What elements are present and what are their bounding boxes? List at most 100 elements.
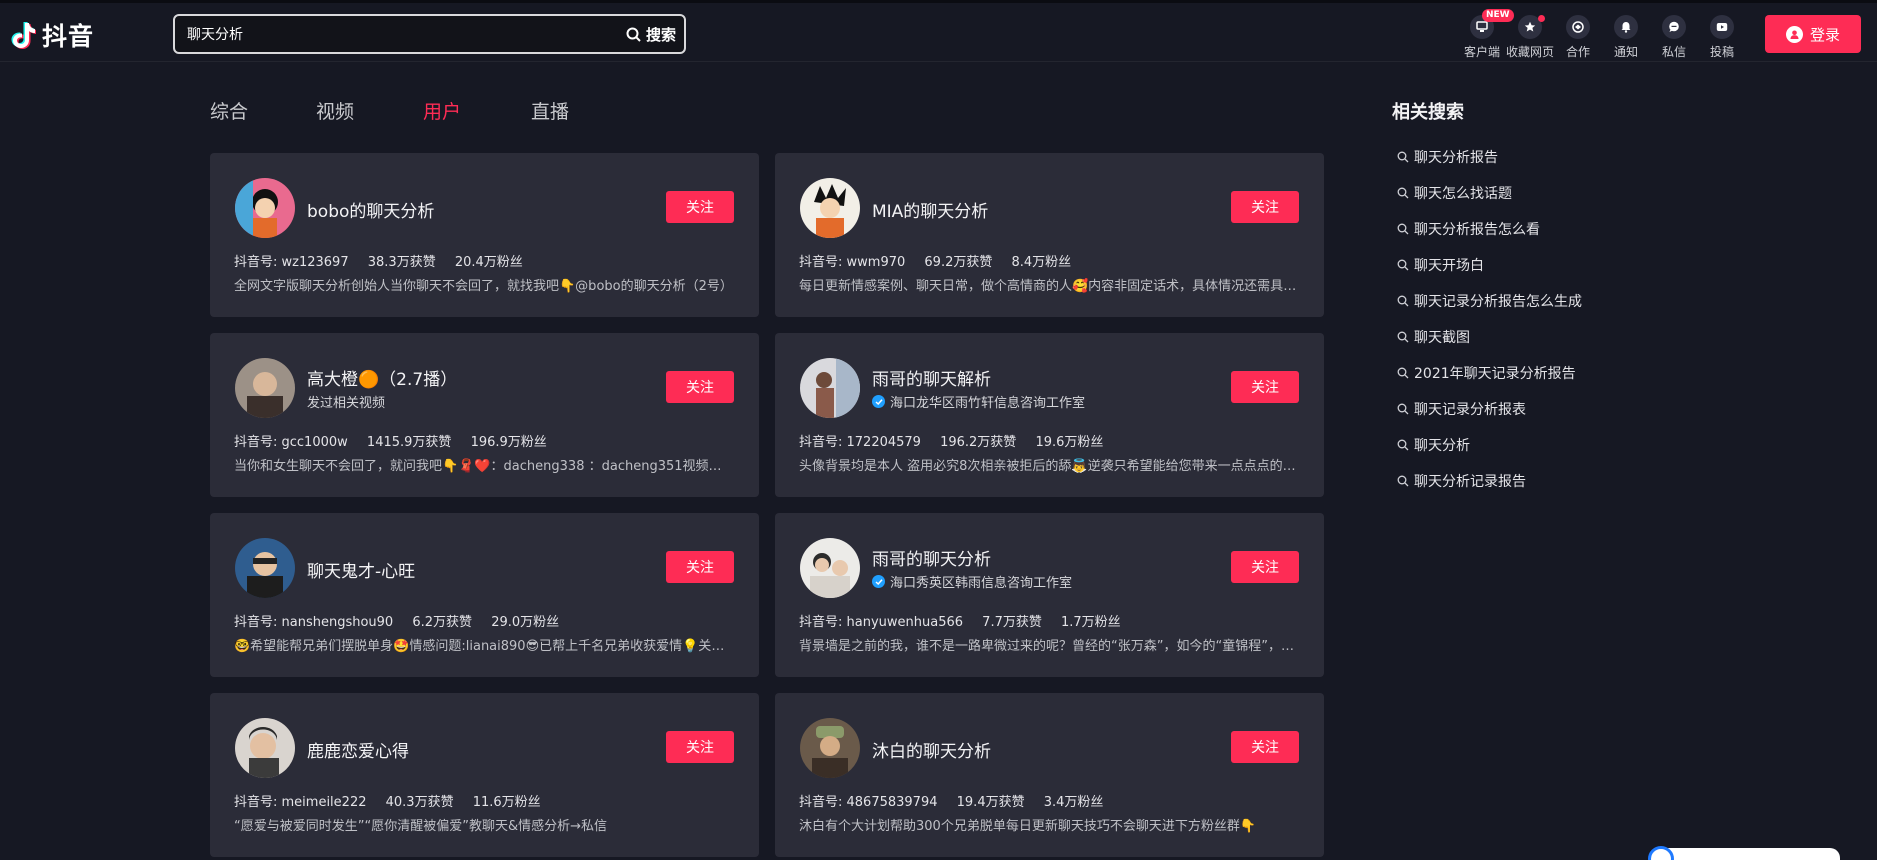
fans-count: 196.9万粉丝 (470, 435, 547, 450)
upload-video-icon (1716, 23, 1728, 31)
related-search-item[interactable]: 聊天记录分析报告怎么生成 (1397, 291, 1582, 311)
avatar[interactable] (235, 538, 295, 598)
verified-icon (872, 395, 885, 408)
tab-live[interactable]: 直播 (531, 97, 569, 124)
search-input[interactable] (187, 23, 547, 45)
avatar[interactable] (235, 718, 295, 778)
user-card[interactable]: bobo的聊天分析 关注 抖音号: wz123697 38.3万获赞 20.4万… (210, 153, 759, 317)
follow-button[interactable]: 关注 (666, 731, 734, 763)
user-name[interactable]: 雨哥的聊天解析 (872, 365, 991, 390)
user-name[interactable]: 沐白的聊天分析 (872, 737, 991, 762)
user-card[interactable]: 沐白的聊天分析 关注 抖音号: 48675839794 19.4万获赞 3.4万… (775, 693, 1324, 857)
user-name[interactable]: bobo的聊天分析 (307, 197, 434, 222)
avatar[interactable] (800, 538, 860, 598)
user-name[interactable]: 聊天鬼才-心旺 (307, 557, 415, 582)
user-card[interactable]: 高大橙🟠（2.7播） 发过相关视频 关注 抖音号: gcc1000w 1415.… (210, 333, 759, 497)
follow-button[interactable]: 关注 (1231, 731, 1299, 763)
header: 抖音 搜索 NEW 客户端 收藏网页 合作 通知 (0, 3, 1877, 62)
search-icon (626, 27, 641, 42)
login-button[interactable]: 登录 (1765, 15, 1861, 53)
user-name[interactable]: 高大橙🟠（2.7播） (307, 365, 457, 390)
tab-video[interactable]: 视频 (316, 97, 354, 124)
search-box: 搜索 (173, 14, 686, 54)
user-name[interactable]: 鹿鹿恋爱心得 (307, 737, 409, 762)
user-stats: 抖音号: 172204579 196.2万获赞 19.6万粉丝 (799, 431, 1118, 450)
douyin-id: 抖音号: wwm970 (799, 255, 906, 270)
verified-business: 海口龙华区雨竹轩信息咨询工作室 (872, 392, 1085, 411)
related-search-item[interactable]: 聊天开场白 (1397, 255, 1484, 275)
tiktok-note-icon (11, 22, 36, 49)
follow-button[interactable]: 关注 (1231, 371, 1299, 403)
user-name[interactable]: 雨哥的聊天分析 (872, 545, 991, 570)
notification-dot (1538, 15, 1545, 22)
floating-popup[interactable] (1650, 848, 1840, 860)
user-description: 当你和女生聊天不会回了，就问我吧👇🧣❤️：dacheng338 ：dacheng… (234, 459, 734, 474)
fans-count: 1.7万粉丝 (1061, 615, 1121, 630)
follow-button[interactable]: 关注 (666, 191, 734, 223)
tab-general[interactable]: 综合 (210, 97, 248, 124)
fans-count: 20.4万粉丝 (454, 255, 523, 270)
search-icon (1397, 187, 1409, 199)
user-card[interactable]: 鹿鹿恋爱心得 关注 抖音号: meimeile222 40.3万获赞 11.6万… (210, 693, 759, 857)
fans-count: 29.0万粉丝 (491, 615, 560, 630)
avatar[interactable] (800, 718, 860, 778)
search-icon (1397, 331, 1409, 343)
user-description: 🤓希望能帮兄弟们摆脱单身🤩情感问题:lianai890😎已帮上千名兄弟收获爱情💡… (234, 639, 734, 654)
upload-button[interactable]: 投稿 (1698, 9, 1746, 60)
related-search-item[interactable]: 聊天截图 (1397, 327, 1470, 347)
bookmark-button[interactable]: 收藏网页 (1506, 9, 1554, 60)
user-card[interactable]: MIA的聊天分析 关注 抖音号: wwm970 69.2万获赞 8.4万粉丝 每… (775, 153, 1324, 317)
related-search-item[interactable]: 聊天分析记录报告 (1397, 471, 1526, 491)
verified-business: 海口秀英区韩雨信息咨询工作室 (872, 572, 1072, 591)
avatar[interactable] (235, 178, 295, 238)
related-search-item[interactable]: 聊天分析报告怎么看 (1397, 219, 1540, 239)
avatar[interactable] (235, 358, 295, 418)
follow-button[interactable]: 关注 (1231, 191, 1299, 223)
user-card[interactable]: 雨哥的聊天分析 海口秀英区韩雨信息咨询工作室 关注 抖音号: hanyuwenh… (775, 513, 1324, 677)
douyin-id: 抖音号: 48675839794 (799, 795, 938, 810)
douyin-id: 抖音号: 172204579 (799, 435, 921, 450)
verified-icon (872, 575, 885, 588)
follow-button[interactable]: 关注 (666, 551, 734, 583)
related-search-item[interactable]: 2021年聊天记录分析报告 (1397, 363, 1576, 383)
fans-count: 3.4万粉丝 (1043, 795, 1104, 810)
user-description: “愿爱与被爱同时发生”“愿你清醒被偏爱”教聊天&情感分析→私信 (234, 819, 607, 834)
douyin-logo[interactable]: 抖音 (10, 17, 94, 53)
tab-users[interactable]: 用户 (423, 97, 461, 124)
douyin-id: 抖音号: wz123697 (234, 255, 349, 270)
message-label: 私信 (1661, 45, 1686, 59)
user-card[interactable]: 雨哥的聊天解析 海口龙华区雨竹轩信息咨询工作室 关注 抖音号: 17220457… (775, 333, 1324, 497)
notification-button[interactable]: 通知 (1602, 9, 1650, 60)
star-icon (1524, 21, 1536, 32)
related-search-item[interactable]: 聊天记录分析报表 (1397, 399, 1526, 419)
user-icon (1785, 25, 1803, 43)
notification-label: 通知 (1613, 45, 1638, 59)
likes-count: 38.3万获赞 (367, 255, 436, 270)
follow-button[interactable]: 关注 (1231, 551, 1299, 583)
cooperation-button[interactable]: 合作 (1554, 9, 1602, 60)
logo-text: 抖音 (42, 22, 95, 51)
bell-icon (1621, 22, 1631, 33)
search-icon (1397, 151, 1409, 163)
follow-button[interactable]: 关注 (666, 371, 734, 403)
message-button[interactable]: 私信 (1650, 9, 1698, 60)
search-icon (1397, 475, 1409, 487)
douyin-id: 抖音号: nanshengshou90 (234, 615, 394, 630)
douyin-id: 抖音号: hanyuwenhua566 (799, 615, 964, 630)
likes-count: 69.2万获赞 (924, 255, 993, 270)
fans-count: 11.6万粉丝 (472, 795, 541, 810)
related-video-tag: 发过相关视频 (307, 396, 386, 411)
search-button[interactable]: 搜索 (626, 23, 676, 45)
related-search-item[interactable]: 聊天怎么找话题 (1397, 183, 1512, 203)
cooperation-label: 合作 (1565, 45, 1590, 59)
avatar[interactable] (800, 178, 860, 238)
user-description: 沐白有个大计划帮助300个兄弟脱单每日更新聊天技巧不会聊天进下方粉丝群👇 (799, 819, 1256, 834)
user-name[interactable]: MIA的聊天分析 (872, 197, 988, 222)
avatar[interactable] (800, 358, 860, 418)
client-download-button[interactable]: NEW 客户端 (1458, 9, 1514, 60)
user-stats: 抖音号: 48675839794 19.4万获赞 3.4万粉丝 (799, 791, 1118, 810)
related-search-item[interactable]: 聊天分析 (1397, 435, 1470, 455)
related-search-item[interactable]: 聊天分析报告 (1397, 147, 1498, 167)
user-card[interactable]: 聊天鬼才-心旺 关注 抖音号: nanshengshou90 6.2万获赞 29… (210, 513, 759, 677)
likes-count: 40.3万获赞 (385, 795, 454, 810)
